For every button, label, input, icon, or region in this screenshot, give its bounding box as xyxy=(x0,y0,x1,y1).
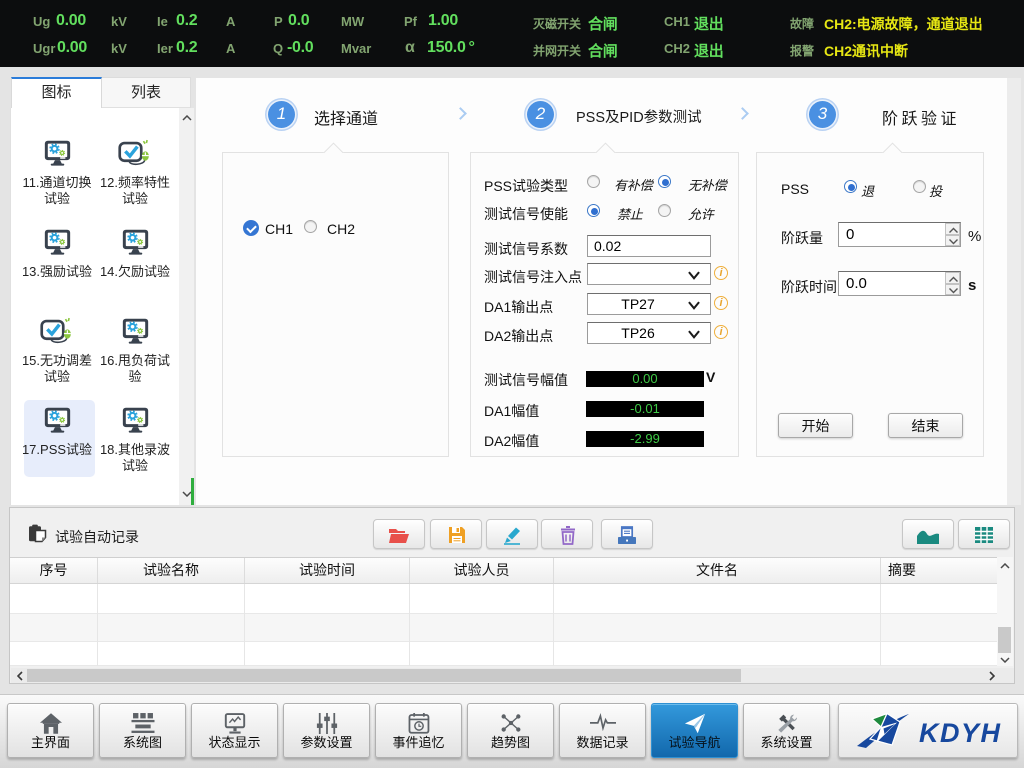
svg-text:KDYH: KDYH xyxy=(919,718,1002,748)
